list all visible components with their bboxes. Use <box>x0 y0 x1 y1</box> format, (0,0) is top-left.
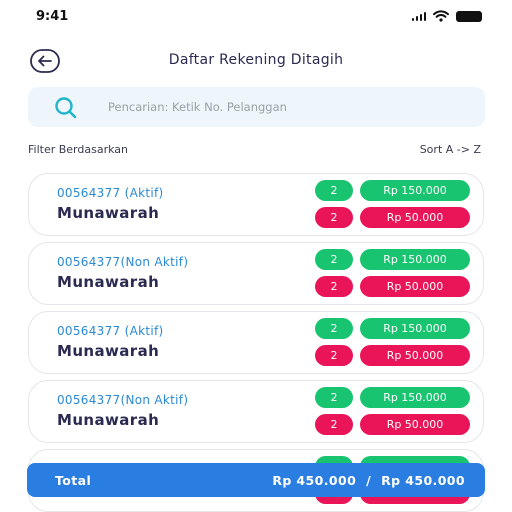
paid-count-badge: 2 <box>315 180 353 201</box>
due-count-badge: 2 <box>315 276 353 297</box>
due-amount-badge: Rp 50.000 <box>360 276 470 297</box>
paid-amount-badge: Rp 150.000 <box>360 180 470 201</box>
total-values: Rp 450.000 / Rp 450.000 <box>272 473 465 488</box>
account-number-line: 00564377 (Aktif) <box>57 186 164 200</box>
account-status: (Non Aktif) <box>120 255 189 269</box>
due-count-badge: 2 <box>315 207 353 228</box>
account-number-line: 00564377(Non Aktif) <box>57 255 188 269</box>
due-count-badge: 2 <box>315 414 353 435</box>
account-card[interactable]: 00564377 (Aktif) Munawarah 2 Rp 150.000 … <box>28 311 484 374</box>
account-list: 00564377 (Aktif) Munawarah 2 Rp 150.000 … <box>0 0 512 512</box>
total-bar: Total Rp 450.000 / Rp 450.000 <box>27 463 485 497</box>
paid-amount-badge: Rp 150.000 <box>360 318 470 339</box>
account-number: 00564377 <box>57 255 121 269</box>
account-number: 00564377 <box>57 324 121 338</box>
account-number-line: 00564377(Non Aktif) <box>57 393 188 407</box>
account-status: (Aktif) <box>124 324 164 338</box>
due-amount-badge: Rp 50.000 <box>360 345 470 366</box>
account-card[interactable]: 00564377 (Aktif) Munawarah 2 Rp 150.000 … <box>28 173 484 236</box>
due-amount-badge: Rp 50.000 <box>360 207 470 228</box>
paid-count-badge: 2 <box>315 387 353 408</box>
account-card[interactable]: 00564377(Non Aktif) Munawarah 2 Rp 150.0… <box>28 380 484 443</box>
total-separator: / <box>366 473 372 488</box>
paid-amount-badge: Rp 150.000 <box>360 249 470 270</box>
customer-name: Munawarah <box>57 411 160 429</box>
customer-name: Munawarah <box>57 204 160 222</box>
account-number-line: 00564377 (Aktif) <box>57 324 164 338</box>
account-status: (Non Aktif) <box>120 393 189 407</box>
due-count-badge: 2 <box>315 345 353 366</box>
due-amount-badge: Rp 50.000 <box>360 414 470 435</box>
account-number: 00564377 <box>57 186 121 200</box>
paid-count-badge: 2 <box>315 249 353 270</box>
customer-name: Munawarah <box>57 273 160 291</box>
paid-count-badge: 2 <box>315 318 353 339</box>
account-number: 00564377 <box>57 393 121 407</box>
total-amount-right: Rp 450.000 <box>381 473 465 488</box>
account-card[interactable]: 00564377(Non Aktif) Munawarah 2 Rp 150.0… <box>28 242 484 305</box>
account-status: (Aktif) <box>124 186 164 200</box>
paid-amount-badge: Rp 150.000 <box>360 387 470 408</box>
customer-name: Munawarah <box>57 342 160 360</box>
total-label: Total <box>55 473 92 488</box>
total-amount-left: Rp 450.000 <box>272 473 357 488</box>
